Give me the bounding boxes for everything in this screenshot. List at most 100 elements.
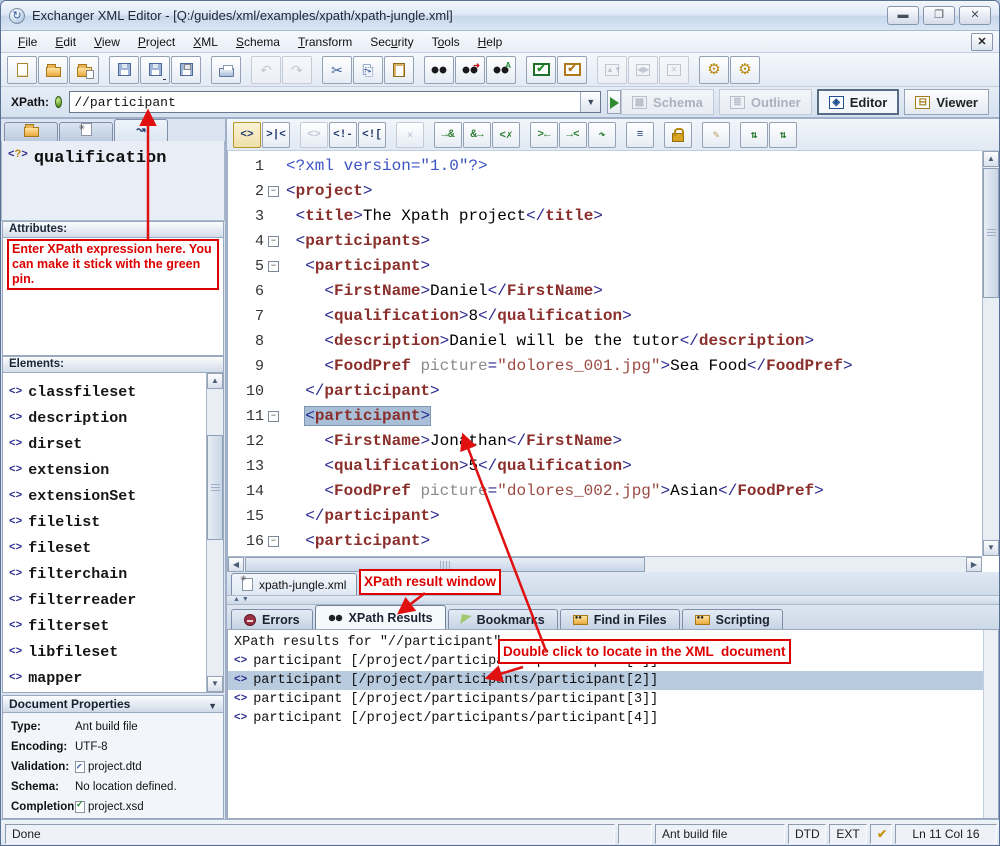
fold-icon[interactable]: [264, 404, 282, 429]
code-line-16[interactable]: 16 <participant>: [228, 529, 982, 554]
split-horizontal-button[interactable]: ▲▼: [597, 56, 627, 84]
scroll-down-icon[interactable]: ▼: [207, 676, 223, 692]
code-line-13[interactable]: 13 <qualification>5</qualification>: [228, 454, 982, 479]
editor-vertical-scrollbar[interactable]: ▲ ▼: [982, 151, 999, 556]
tab-scripting[interactable]: Scripting: [682, 609, 783, 629]
sidebar-tab-documents[interactable]: [59, 122, 113, 141]
find-replace-button[interactable]: A: [486, 56, 516, 84]
strip-tags-button[interactable]: <✗: [492, 122, 520, 148]
file-tab[interactable]: xpath-jungle.xml: [231, 573, 357, 595]
collapse-element-button[interactable]: ⇅: [769, 122, 797, 148]
xpath-input[interactable]: [70, 95, 580, 110]
code-line-2[interactable]: 2<project>: [228, 179, 982, 204]
find-button[interactable]: [424, 56, 454, 84]
xpath-dropdown-button[interactable]: ▼: [580, 92, 600, 112]
menu-transform[interactable]: Transform: [289, 33, 361, 51]
expand-element-button[interactable]: ⇅: [740, 122, 768, 148]
redo-button[interactable]: ↷: [282, 56, 312, 84]
view-button-editor[interactable]: ◈Editor: [817, 89, 900, 115]
panel-splitter[interactable]: ▲▼: [227, 596, 999, 605]
code-line-3[interactable]: 3 <title>The Xpath project</title>: [228, 204, 982, 229]
from-entity-button[interactable]: &→: [463, 122, 491, 148]
code-line-1[interactable]: 1<?xml version="1.0"?>: [228, 154, 982, 179]
element-item-classfileset[interactable]: <>classfileset: [9, 379, 219, 405]
result-row-3[interactable]: <>participant [/project/participants/par…: [228, 690, 998, 709]
element-item-filelist[interactable]: <>filelist: [9, 509, 219, 535]
element-item-filterreader[interactable]: <>filterreader: [9, 587, 219, 613]
menu-security[interactable]: Security: [361, 33, 422, 51]
element-item-filterset[interactable]: <>filterset: [9, 613, 219, 639]
code-line-15[interactable]: 15 </participant>: [228, 504, 982, 529]
green-pin-icon[interactable]: [55, 96, 62, 108]
menu-xml[interactable]: XML: [184, 33, 227, 51]
element-item-fileset[interactable]: <>fileset: [9, 535, 219, 561]
tab-errors[interactable]: Errors: [231, 609, 313, 629]
fold-icon[interactable]: [264, 529, 282, 554]
undo-button[interactable]: ↶: [251, 56, 281, 84]
code-line-5[interactable]: 5 <participant>: [228, 254, 982, 279]
view-button-outliner[interactable]: ≣Outliner: [719, 89, 812, 115]
close-document-button[interactable]: ✕: [971, 33, 993, 51]
element-item-extension[interactable]: <>extension: [9, 457, 219, 483]
element-item-mapper[interactable]: <>mapper: [9, 665, 219, 691]
open-remote-file-button[interactable]: [69, 56, 99, 84]
code-line-14[interactable]: 14 <FoodPref picture="dolores_002.jpg">A…: [228, 479, 982, 504]
fold-icon[interactable]: [264, 254, 282, 279]
debug-transform-button[interactable]: ⚙: [730, 56, 760, 84]
code-line-8[interactable]: 8 <description>Daniel will be the tutor<…: [228, 329, 982, 354]
check-wellformed-button[interactable]: ✔: [557, 56, 587, 84]
result-row-2[interactable]: <>participant [/project/participants/par…: [228, 671, 998, 690]
remove-markup-button[interactable]: ✕: [396, 122, 424, 148]
editor-vscroll-thumb[interactable]: [983, 168, 999, 298]
minimize-button[interactable]: ▬: [887, 6, 919, 25]
results-scrollbar[interactable]: [983, 630, 998, 818]
view-button-schema[interactable]: ▦Schema: [621, 89, 714, 115]
tab-xpath-results[interactable]: XPath Results: [315, 605, 446, 629]
save-all-button[interactable]: [171, 56, 201, 84]
code-line-6[interactable]: 6 <FirstName>Daniel</FirstName>: [228, 279, 982, 304]
save-as-button[interactable]: [140, 56, 170, 84]
result-row-4[interactable]: <>participant [/project/participants/par…: [228, 709, 998, 728]
element-item-description[interactable]: <>description: [9, 405, 219, 431]
element-item-extensionSet[interactable]: <>extensionSet: [9, 483, 219, 509]
code-line-4[interactable]: 4 <participants>: [228, 229, 982, 254]
tab-find-in-files[interactable]: Find in Files: [560, 609, 680, 629]
close-element-button[interactable]: >|<: [262, 122, 290, 148]
run-transform-button[interactable]: ⚙: [699, 56, 729, 84]
menu-project[interactable]: Project: [129, 33, 184, 51]
goto-end-tag-button[interactable]: →<: [559, 122, 587, 148]
copy-button[interactable]: ⎘: [353, 56, 383, 84]
code-line-11[interactable]: 11 <participant>: [228, 404, 982, 429]
format-document-button[interactable]: ≡: [626, 122, 654, 148]
new-document-button[interactable]: [7, 56, 37, 84]
sidebar-tab-projects[interactable]: [4, 122, 58, 141]
split-vertical-button[interactable]: ◀▶: [628, 56, 658, 84]
code-line-7[interactable]: 7 <qualification>8</qualification>: [228, 304, 982, 329]
scroll-up-icon[interactable]: ▲: [207, 373, 223, 389]
code-line-12[interactable]: 12 <FirstName>Jonathan</FirstName>: [228, 429, 982, 454]
elements-scrollbar[interactable]: ▲ ▼: [206, 373, 223, 692]
view-button-viewer[interactable]: ⊟Viewer: [904, 89, 989, 115]
insert-element-button[interactable]: <>: [233, 122, 261, 148]
validate-button[interactable]: ✔: [526, 56, 556, 84]
element-item-dirset[interactable]: <>dirset: [9, 431, 219, 457]
scroll-left-icon[interactable]: ◀: [228, 557, 244, 572]
insert-comment-button[interactable]: <!-: [329, 122, 357, 148]
menu-help[interactable]: Help: [469, 33, 512, 51]
scroll-right-icon[interactable]: ▶: [966, 557, 982, 572]
elements-scroll-thumb[interactable]: [207, 435, 223, 540]
to-entity-button[interactable]: →&: [434, 122, 462, 148]
editor-horizontal-scrollbar[interactable]: ◀ ▶: [228, 556, 982, 572]
xpath-run-button[interactable]: [607, 90, 621, 114]
menu-edit[interactable]: Edit: [46, 33, 85, 51]
find-next-button[interactable]: ➜: [455, 56, 485, 84]
split-element-button[interactable]: <>: [300, 122, 328, 148]
scroll-down-icon[interactable]: ▼: [983, 540, 999, 556]
element-item-libfileset[interactable]: <>libfileset: [9, 639, 219, 665]
paste-button[interactable]: [384, 56, 414, 84]
close-button[interactable]: ✕: [959, 6, 991, 25]
close-split-button[interactable]: ✕: [659, 56, 689, 84]
restore-button[interactable]: ❐: [923, 6, 955, 25]
menu-tools[interactable]: Tools: [423, 33, 469, 51]
menu-view[interactable]: View: [85, 33, 129, 51]
